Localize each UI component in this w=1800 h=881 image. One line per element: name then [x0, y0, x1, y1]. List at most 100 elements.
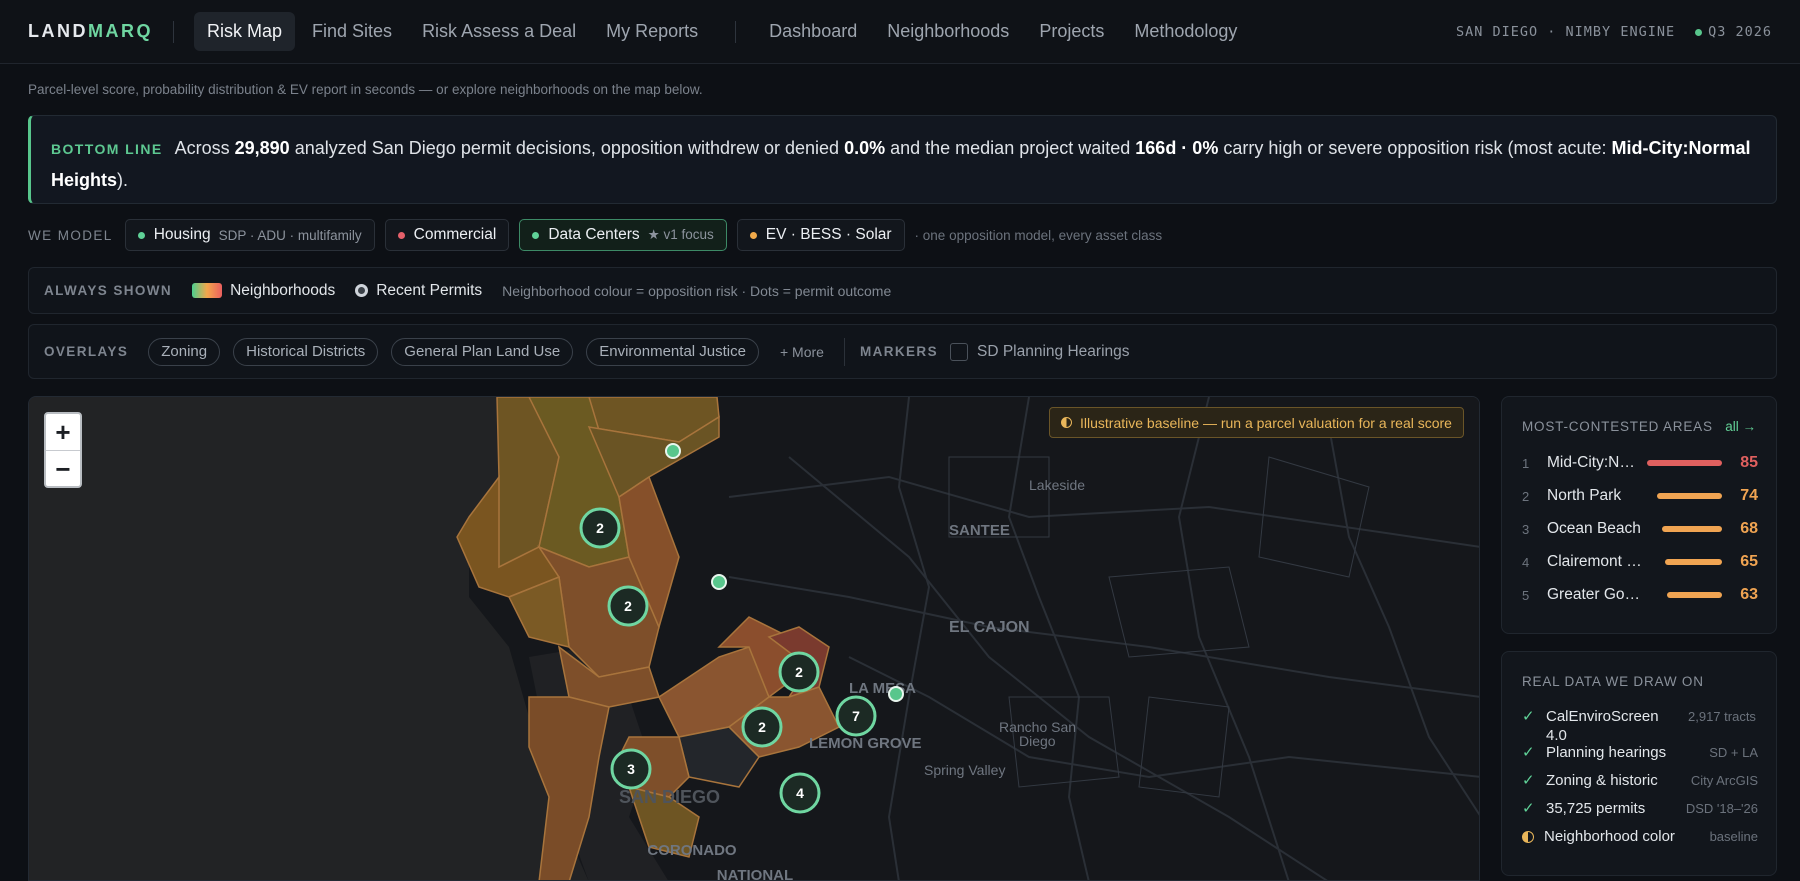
bl-text: analyzed San Diego permit decisions, opp… — [294, 138, 840, 158]
area-score: 68 — [1740, 520, 1758, 537]
chip-sub: SDP · ADU · multifamily — [218, 227, 362, 243]
chip-commercial[interactable]: Commercial — [384, 219, 510, 251]
chip-sub: ★ v1 focus — [647, 227, 714, 242]
dot-icon — [749, 231, 757, 239]
bl-text: carry high or severe opposition risk (mo… — [1223, 138, 1607, 158]
nav-dashboard[interactable]: Dashboard — [756, 12, 870, 51]
overlays-bar: OVERLAYS Zoning Historical Districts Gen… — [28, 324, 1777, 379]
see-all-link[interactable]: all → — [1725, 419, 1756, 434]
chip-housing[interactable]: Housing SDP · ADU · multifamily — [124, 219, 375, 251]
label-la-mesa: LA MESA — [849, 680, 916, 697]
svg-text:7: 7 — [852, 708, 860, 724]
cluster-marker[interactable]: 2 — [741, 706, 783, 748]
contested-area-row[interactable]: 4 Clairemont Mesa 65 — [1522, 551, 1758, 573]
data-source-row: ✓ Planning hearings SD + LA — [1522, 743, 1758, 762]
data-source-row: ✓ Zoning & historic City ArcGIS — [1522, 771, 1758, 790]
data-source-row: ✓ 35,725 permits DSD '18–'26 — [1522, 799, 1758, 818]
context-label: SAN DIEGO · NIMBY ENGINE — [1456, 24, 1676, 40]
check-icon: ✓ — [1522, 772, 1535, 789]
source-meta: DSD '18–'26 — [1685, 801, 1758, 816]
nav-methodology[interactable]: Methodology — [1121, 12, 1250, 51]
score-bar — [1656, 493, 1722, 499]
score-bar — [1664, 559, 1722, 565]
permit-dot[interactable] — [665, 443, 681, 459]
always-shown-label: ALWAYS SHOWN — [44, 283, 173, 298]
legend-label: Recent Permits — [376, 281, 483, 299]
overlay-historical-districts[interactable]: Historical Districts — [233, 337, 379, 366]
area-name: Ocean Beach — [1547, 520, 1641, 537]
area-name: Greater Golden Hill — [1547, 586, 1642, 603]
source-name: Neighborhood color — [1544, 828, 1675, 845]
permit-dot[interactable] — [711, 574, 727, 590]
area-name: Clairemont Mesa — [1547, 553, 1642, 570]
status-dot-icon — [1695, 28, 1703, 36]
top-nav: LANDMARQ Risk Map Find Sites Risk Assess… — [0, 0, 1800, 64]
risk-map[interactable]: Lakeside SANTEE EL CAJON LA MESA LEMON G… — [28, 396, 1480, 881]
zoom-in-button[interactable]: + — [46, 414, 80, 451]
chip-data-centers[interactable]: Data Centers ★ v1 focus — [519, 219, 727, 251]
rank-number: 2 — [1522, 488, 1530, 504]
cluster-marker[interactable]: 7 — [835, 695, 877, 737]
dot-icon — [137, 231, 145, 239]
area-score: 63 — [1740, 586, 1758, 603]
rank-number: 3 — [1522, 521, 1530, 537]
cluster-marker[interactable]: 2 — [607, 585, 649, 627]
rank-number: 1 — [1522, 455, 1530, 471]
contested-area-row[interactable]: 1 Mid-City:Normal Heights 85 — [1522, 452, 1758, 474]
sd-planning-hearings-label[interactable]: SD Planning Hearings — [977, 343, 1130, 361]
nav-find-sites[interactable]: Find Sites — [299, 12, 405, 51]
more-overlays-button[interactable]: + More — [780, 344, 824, 360]
gradient-swatch-icon — [192, 283, 223, 298]
label-coronado: CORONADO — [647, 842, 736, 859]
chip-ev-bess-solar[interactable]: EV · BESS · Solar — [736, 219, 905, 251]
bl-text: Across — [174, 138, 230, 158]
contested-area-row[interactable]: 2 North Park 74 — [1522, 485, 1758, 507]
source-meta: 2,917 tracts — [1688, 709, 1756, 724]
nav-risk-map[interactable]: Risk Map — [194, 12, 296, 51]
svg-text:2: 2 — [624, 598, 632, 614]
area-name: Mid-City:Normal Heights — [1547, 454, 1642, 471]
cluster-marker[interactable]: 4 — [779, 772, 821, 814]
score-bar-track — [1642, 559, 1722, 565]
zoom-out-button[interactable]: − — [46, 451, 80, 488]
period-label: Q3 2026 — [1708, 24, 1772, 40]
overlay-environmental-justice[interactable]: Environmental Justice — [586, 337, 759, 366]
score-bar — [1666, 592, 1722, 598]
nav-risk-assess-deal[interactable]: Risk Assess a Deal — [409, 12, 589, 51]
half-circle-icon — [1061, 417, 1072, 428]
chip-label: Data Centers — [548, 226, 640, 243]
map-canvas[interactable]: Lakeside SANTEE EL CAJON LA MESA LEMON G… — [29, 397, 1480, 881]
overlay-divider — [843, 337, 845, 366]
cluster-marker[interactable]: 2 — [579, 507, 621, 549]
label-el-cajon: EL CAJON — [949, 619, 1030, 636]
score-bar — [1662, 526, 1722, 532]
legend-neighborhoods[interactable]: Neighborhoods — [192, 282, 335, 300]
score-bar-track — [1642, 493, 1722, 499]
baseline-notice[interactable]: Illustrative baseline — run a parcel val… — [1049, 407, 1464, 438]
sd-planning-hearings-checkbox[interactable] — [950, 342, 968, 361]
nav-my-reports[interactable]: My Reports — [593, 12, 711, 51]
source-name: 35,725 permits — [1546, 800, 1646, 817]
nav-projects[interactable]: Projects — [1026, 12, 1117, 51]
area-name: North Park — [1547, 487, 1622, 504]
rank-number: 4 — [1522, 554, 1530, 570]
svg-text:2: 2 — [758, 719, 766, 735]
overlay-zoning[interactable]: Zoning — [148, 337, 221, 366]
cluster-marker[interactable]: 2 — [778, 651, 820, 693]
score-bar — [1647, 460, 1722, 466]
always-shown-bar: ALWAYS SHOWN Neighborhoods Recent Permit… — [28, 267, 1777, 314]
source-meta: SD + LA — [1709, 745, 1758, 760]
logo[interactable]: LANDMARQ — [28, 21, 153, 42]
data-source-row: ✓ CalEnviroScreen 4.0 2,917 tracts — [1522, 707, 1758, 745]
legend-recent-permits[interactable]: Recent Permits — [355, 282, 482, 300]
permit-dot[interactable] — [888, 686, 904, 702]
contested-area-row[interactable]: 5 Greater Golden Hill 63 — [1522, 584, 1758, 606]
overlay-general-plan[interactable]: General Plan Land Use — [391, 337, 574, 366]
withdrew-rate: 0.0% — [844, 138, 886, 158]
nav-neighborhoods[interactable]: Neighborhoods — [874, 12, 1022, 51]
cluster-marker[interactable]: 3 — [610, 748, 652, 790]
check-icon: ✓ — [1522, 744, 1535, 761]
contested-area-row[interactable]: 3 Ocean Beach 68 — [1522, 518, 1758, 540]
source-meta: City ArcGIS — [1690, 773, 1758, 788]
source-name: Planning hearings — [1546, 744, 1667, 761]
